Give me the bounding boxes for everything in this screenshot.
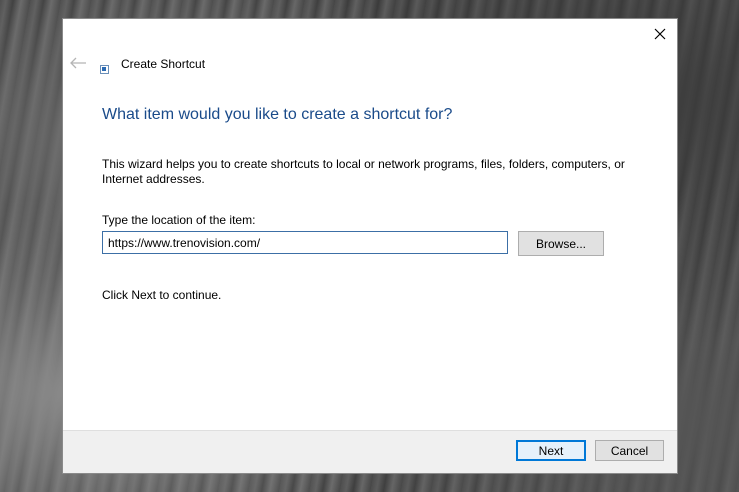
next-button[interactable]: Next: [516, 440, 586, 461]
close-icon: [654, 28, 666, 40]
close-button[interactable]: [643, 19, 677, 49]
create-shortcut-dialog: Create Shortcut What item would you like…: [63, 19, 677, 473]
window-title: Create Shortcut: [121, 57, 206, 71]
browse-button[interactable]: Browse...: [518, 231, 604, 256]
location-input[interactable]: [102, 231, 508, 254]
back-arrow-icon[interactable]: [69, 56, 87, 70]
location-label: Type the location of the item:: [102, 213, 256, 227]
continue-instruction: Click Next to continue.: [102, 288, 222, 302]
wizard-description: This wizard helps you to create shortcut…: [102, 157, 625, 186]
dialog-footer: Next Cancel: [63, 430, 677, 473]
cancel-button[interactable]: Cancel: [595, 440, 664, 461]
shortcut-icon: [100, 65, 109, 74]
page-heading: What item would you like to create a sho…: [102, 106, 453, 123]
